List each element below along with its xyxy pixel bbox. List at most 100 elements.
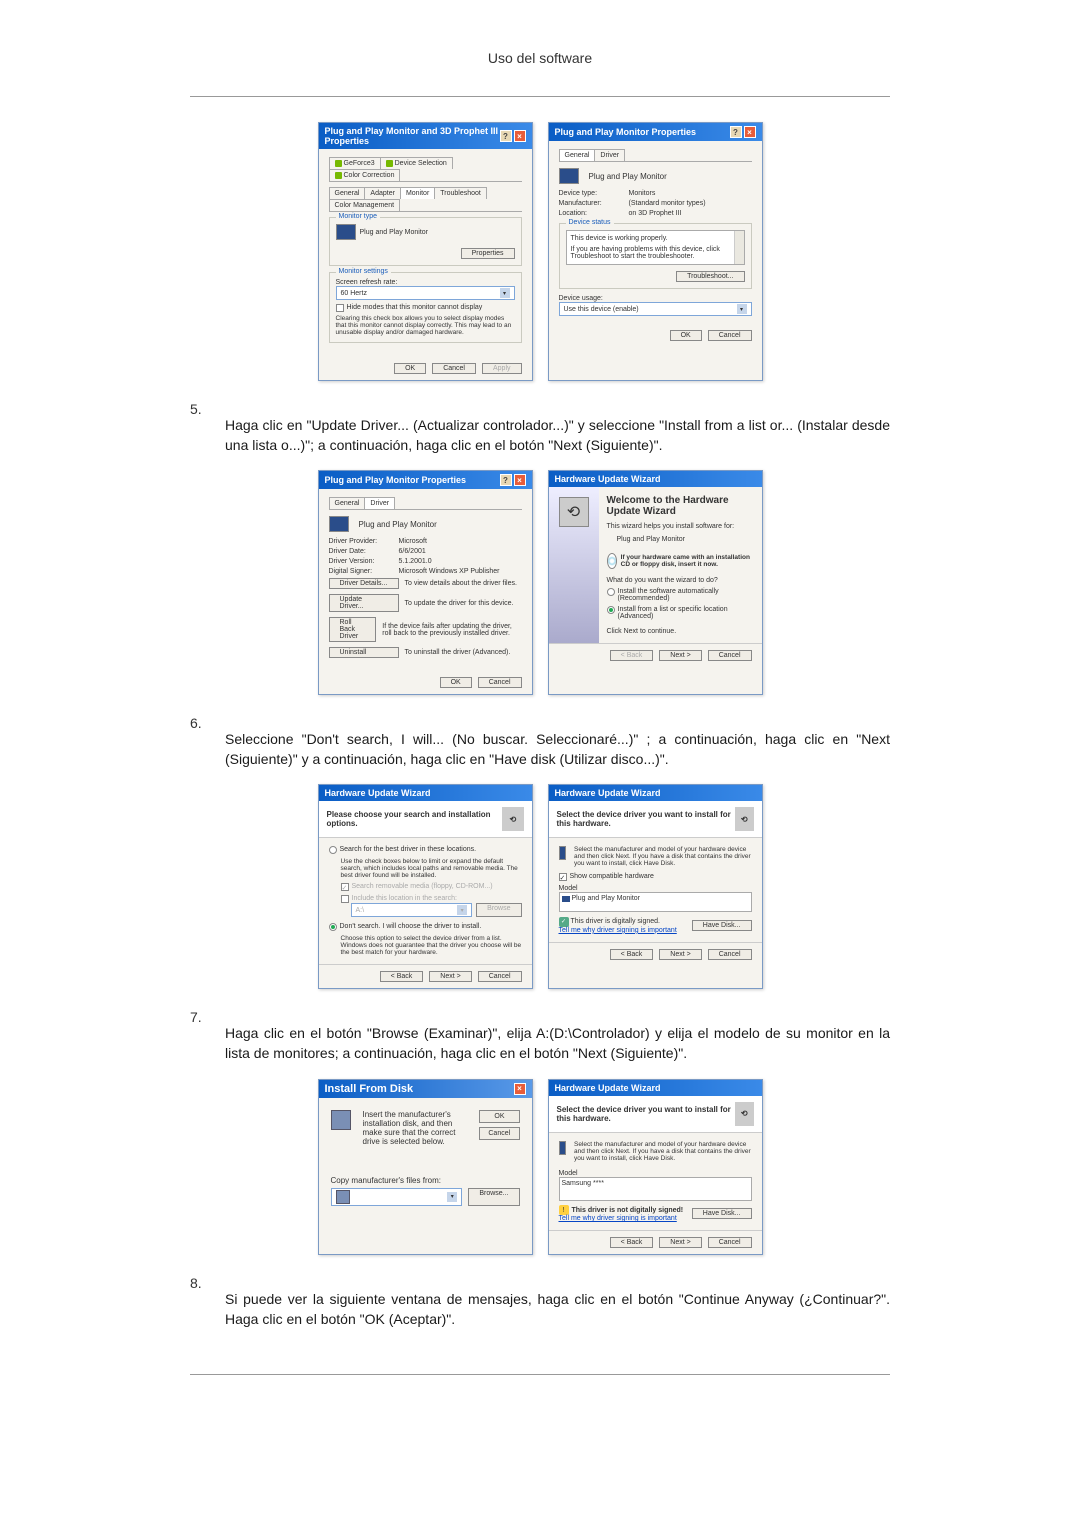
- install-list-radio[interactable]: [607, 606, 615, 614]
- location-value: on 3D Prophet III: [629, 210, 682, 217]
- provider-value: Microsoft: [399, 538, 427, 545]
- wizard-question: What do you want the wizard to do?: [607, 577, 754, 584]
- refresh-rate-dropdown[interactable]: 60 Hertz ▾: [336, 286, 515, 300]
- opt1-desc: Use the check boxes below to limit or ex…: [341, 858, 522, 879]
- model-list[interactable]: Samsung ****: [559, 1177, 752, 1201]
- screenshot-row-3: Hardware Update Wizard Please choose you…: [190, 784, 890, 989]
- device-name: Plug and Play Monitor: [617, 536, 754, 543]
- search-best-radio[interactable]: [329, 846, 337, 854]
- option1-label: Install the software automatically (Reco…: [618, 588, 754, 602]
- location-checkbox[interactable]: [341, 895, 349, 903]
- tab-monitor[interactable]: Monitor: [400, 187, 435, 199]
- chk2-label: Include this location in the search:: [352, 895, 457, 902]
- cancel-button[interactable]: Cancel: [708, 1237, 752, 1248]
- device-usage-dropdown[interactable]: Use this device (enable) ▾: [559, 302, 752, 316]
- copy-path-dropdown[interactable]: ▾: [331, 1188, 463, 1206]
- tab-adapter[interactable]: Adapter: [364, 187, 401, 199]
- ok-button[interactable]: OK: [479, 1110, 519, 1123]
- help-icon[interactable]: ?: [500, 474, 512, 486]
- ok-button[interactable]: OK: [670, 330, 702, 341]
- browse-button[interactable]: Browse...: [468, 1188, 519, 1206]
- cancel-button[interactable]: Cancel: [478, 677, 522, 688]
- close-icon[interactable]: ×: [514, 130, 526, 142]
- step-text: Haga clic en "Update Driver... (Actualiz…: [225, 416, 890, 455]
- apply-button[interactable]: Apply: [482, 363, 522, 374]
- properties-button[interactable]: Properties: [461, 248, 515, 259]
- dont-search-radio[interactable]: [329, 923, 337, 931]
- have-disk-button[interactable]: Have Disk...: [692, 1208, 752, 1219]
- cancel-button[interactable]: Cancel: [708, 949, 752, 960]
- group-title: Monitor settings: [336, 268, 391, 275]
- cancel-button[interactable]: Cancel: [478, 971, 522, 982]
- close-icon[interactable]: ×: [514, 474, 526, 486]
- step-5: 5. Haga clic en "Update Driver... (Actua…: [190, 401, 890, 470]
- cd-hint: If your hardware came with an installati…: [621, 554, 754, 568]
- tab-device-selection[interactable]: Device Selection: [380, 157, 453, 169]
- header-underline: [190, 96, 890, 97]
- tab-color-mgmt[interactable]: Color Management: [329, 199, 401, 211]
- uninstall-button[interactable]: Uninstall: [329, 647, 399, 658]
- instruction-text: Select the manufacturer and model of you…: [574, 846, 752, 867]
- version-label: Driver Version:: [329, 558, 389, 565]
- next-button[interactable]: Next >: [659, 949, 701, 960]
- tabs-row2: General Adapter Monitor Troubleshoot Col…: [329, 187, 522, 212]
- tab-general[interactable]: General: [329, 497, 366, 509]
- path-dropdown[interactable]: A:\▾: [351, 903, 473, 917]
- ok-button[interactable]: OK: [394, 363, 426, 374]
- close-icon[interactable]: ×: [514, 1083, 526, 1095]
- monitor-icon: [329, 516, 349, 532]
- back-button[interactable]: < Back: [610, 1237, 654, 1248]
- troubleshoot-button[interactable]: Troubleshoot...: [676, 271, 744, 282]
- tab-general[interactable]: General: [329, 187, 366, 199]
- dialog-title: Plug and Play Monitor Properties: [325, 475, 467, 485]
- removable-checkbox[interactable]: ✓: [341, 883, 349, 891]
- tab-general[interactable]: General: [559, 149, 596, 161]
- back-button[interactable]: < Back: [610, 949, 654, 960]
- cancel-button[interactable]: Cancel: [708, 330, 752, 341]
- help-icon[interactable]: ?: [730, 126, 742, 138]
- continue-text: Click Next to continue.: [607, 628, 754, 635]
- opt2-label: Don't search. I will choose the driver t…: [340, 923, 482, 930]
- wizard-icon: ⟲: [559, 497, 589, 527]
- usage-label: Device usage:: [559, 295, 752, 302]
- signing-link[interactable]: Tell me why driver signing is important: [559, 927, 677, 934]
- signing-link[interactable]: Tell me why driver signing is important: [559, 1215, 684, 1222]
- driver-details-button[interactable]: Driver Details...: [329, 578, 399, 589]
- browse-button[interactable]: Browse: [476, 903, 521, 917]
- model-label: Model: [559, 1170, 752, 1177]
- cancel-button[interactable]: Cancel: [432, 363, 476, 374]
- tab-driver[interactable]: Driver: [364, 497, 395, 509]
- close-icon[interactable]: ×: [744, 126, 756, 138]
- monitor-icon: [559, 168, 579, 184]
- dialog-title: Plug and Play Monitor Properties: [555, 127, 697, 137]
- date-label: Driver Date:: [329, 548, 389, 555]
- option2-label: Install from a list or specific location…: [618, 606, 754, 620]
- cancel-button[interactable]: Cancel: [479, 1127, 519, 1140]
- install-auto-radio[interactable]: [607, 588, 615, 596]
- tab-color-correction[interactable]: Color Correction: [329, 169, 401, 181]
- cancel-button[interactable]: Cancel: [708, 650, 752, 661]
- help-icon[interactable]: ?: [500, 130, 512, 142]
- hide-modes-checkbox[interactable]: [336, 304, 344, 312]
- back-button[interactable]: < Back: [610, 650, 654, 661]
- ok-button[interactable]: OK: [440, 677, 472, 688]
- rollback-driver-button[interactable]: Roll Back Driver: [329, 617, 377, 642]
- next-button[interactable]: Next >: [659, 650, 701, 661]
- model-list[interactable]: Plug and Play Monitor: [559, 892, 752, 912]
- show-compat-label: Show compatible hardware: [570, 873, 654, 880]
- tab-driver[interactable]: Driver: [594, 149, 625, 161]
- show-compat-checkbox[interactable]: ✓: [559, 873, 567, 881]
- step-text: Haga clic en el botón "Browse (Examinar)…: [225, 1024, 890, 1063]
- next-button[interactable]: Next >: [429, 971, 471, 982]
- back-button[interactable]: < Back: [380, 971, 424, 982]
- scrollbar[interactable]: [734, 231, 744, 264]
- floppy-icon: [331, 1110, 351, 1130]
- refresh-label: Screen refresh rate:: [336, 279, 515, 286]
- update-driver-button[interactable]: Update Driver...: [329, 594, 399, 612]
- device-type-label: Device type:: [559, 190, 619, 197]
- next-button[interactable]: Next >: [659, 1237, 701, 1248]
- tab-troubleshoot[interactable]: Troubleshoot: [434, 187, 487, 199]
- have-disk-button[interactable]: Have Disk...: [692, 920, 752, 931]
- signed-text: This driver is digitally signed.: [571, 918, 660, 925]
- tab-geforce3[interactable]: GeForce3: [329, 157, 381, 169]
